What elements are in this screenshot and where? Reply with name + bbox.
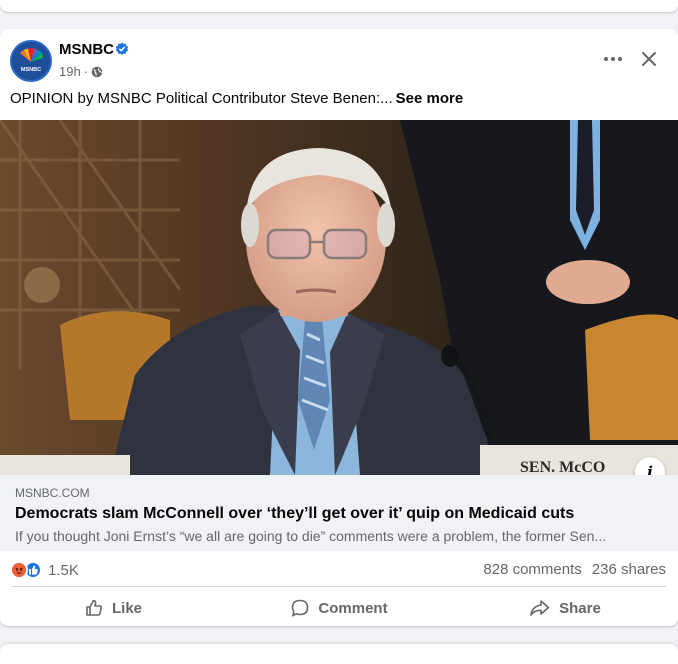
post-meta: 19h · xyxy=(59,64,103,79)
post-header: MSNBC MSNBC 19h · xyxy=(0,29,678,91)
reactions-summary[interactable]: 1.5K xyxy=(10,559,79,581)
post-body-text: OPINION by MSNBC Political Contributor S… xyxy=(10,90,393,107)
svg-text:MSNBC: MSNBC xyxy=(21,67,41,73)
more-options-button[interactable] xyxy=(598,44,628,74)
avatar[interactable]: MSNBC xyxy=(10,40,52,82)
divider xyxy=(12,586,666,587)
previous-post-card xyxy=(0,0,678,12)
share-count[interactable]: 236 shares xyxy=(592,561,666,578)
post-image[interactable]: SEN. McCO xyxy=(0,120,678,475)
engagement-counts: 828 comments 236 shares xyxy=(483,561,666,578)
page-name[interactable]: MSNBC xyxy=(59,41,114,58)
close-icon xyxy=(642,52,656,66)
like-button[interactable]: Like xyxy=(0,592,226,624)
like-label: Like xyxy=(111,599,142,617)
svg-text:SEN. McCO: SEN. McCO xyxy=(520,459,605,475)
angry-reaction-icon xyxy=(10,561,28,579)
post-text: OPINION by MSNBC Political Contributor S… xyxy=(10,90,660,107)
see-more-link[interactable]: See more xyxy=(396,90,464,107)
verified-badge-icon xyxy=(115,42,129,55)
link-preview[interactable]: MSNBC.COM Democrats slam McConnell over … xyxy=(0,475,678,551)
next-post-card xyxy=(0,644,678,664)
meta-separator: · xyxy=(83,64,89,79)
link-domain: MSNBC.COM xyxy=(15,486,90,500)
reaction-count: 1.5K xyxy=(48,561,79,579)
msnbc-logo-icon: MSNBC xyxy=(12,42,50,80)
share-label: Share xyxy=(559,599,601,617)
close-button[interactable] xyxy=(634,44,664,74)
link-title[interactable]: Democrats slam McConnell over ‘they’ll g… xyxy=(15,505,574,523)
thumbs-up-icon xyxy=(86,599,103,616)
share-button[interactable]: Share xyxy=(452,592,678,624)
action-bar: Like Comment Share xyxy=(0,592,678,624)
post-card: MSNBC MSNBC 19h · OPINION by MSNBC Polit… xyxy=(0,29,678,626)
news-photo: SEN. McCO xyxy=(0,120,678,475)
comment-icon xyxy=(292,599,309,617)
comment-button[interactable]: Comment xyxy=(226,592,452,624)
comment-count[interactable]: 828 comments xyxy=(483,561,581,578)
share-icon xyxy=(530,600,550,616)
more-options-icon xyxy=(604,57,622,61)
link-description: If you thought Joni Ernst’s “we all are … xyxy=(15,528,607,544)
globe-icon xyxy=(91,66,103,77)
comment-label: Comment xyxy=(318,599,388,617)
post-time[interactable]: 19h xyxy=(59,64,81,79)
